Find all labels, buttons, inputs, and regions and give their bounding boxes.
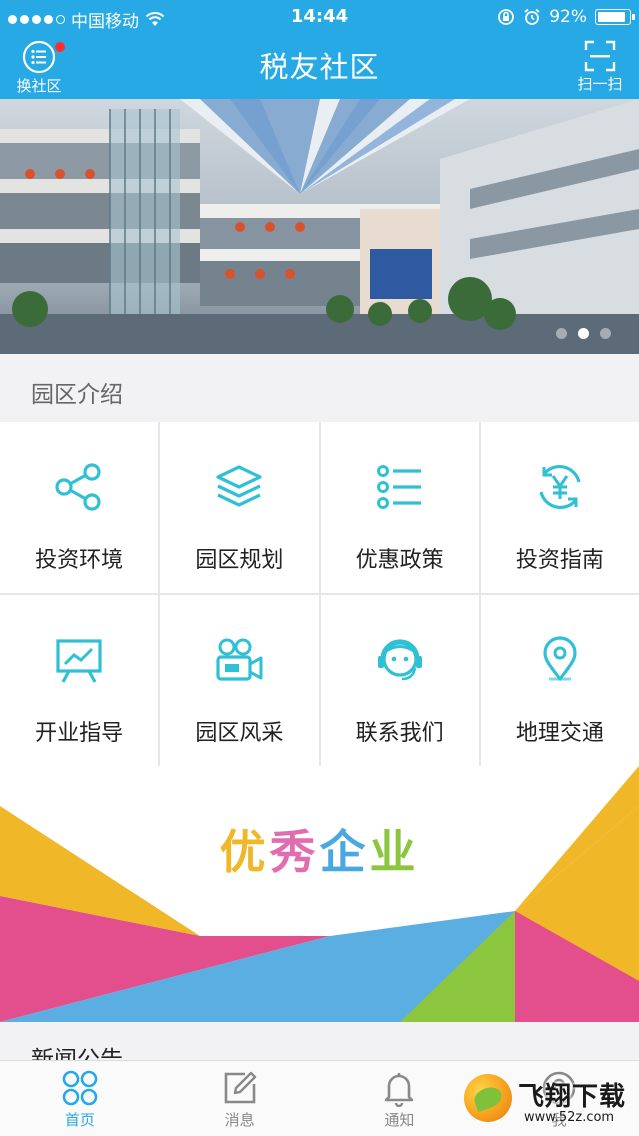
carousel-dot[interactable]: [600, 328, 611, 339]
tab-label: 通知: [384, 1111, 415, 1129]
grid-item-park-planning[interactable]: 园区规划: [160, 422, 319, 593]
tab-label: 首页: [64, 1111, 95, 1129]
rotation-lock-icon: [498, 9, 515, 25]
presentation-chart-icon: [56, 639, 102, 683]
video-camera-icon: [216, 638, 263, 681]
layers-icon: [216, 465, 262, 507]
banner-image: [0, 99, 639, 354]
home-grid-icon: [62, 1070, 98, 1106]
page-title: 税友社区: [259, 50, 380, 84]
scan-icon: [584, 40, 616, 72]
watermark-url: www.52z.com: [524, 1110, 615, 1125]
watermark-brand: 飞翔下载: [518, 1082, 627, 1112]
scan-button[interactable]: 扫一扫: [565, 40, 635, 96]
status-bar: 中国移动 14:44 92%: [0, 0, 639, 34]
carousel-dot[interactable]: [556, 328, 567, 339]
edit-message-icon: [224, 1071, 256, 1104]
excellent-enterprise-banner[interactable]: 优秀企业: [0, 766, 639, 1022]
tab-home[interactable]: 首页: [0, 1061, 160, 1136]
promo-char: 秀: [269, 825, 320, 879]
grid-item-label: 投资环境: [35, 548, 124, 573]
grid-item-investment-environment[interactable]: 投资环境: [0, 422, 159, 593]
alarm-icon: [524, 8, 540, 25]
share-icon: [55, 463, 101, 511]
hero-banner-carousel[interactable]: [0, 99, 639, 354]
grid-item-preferential-policy[interactable]: 优惠政策: [320, 422, 479, 593]
grid-item-label: 园区风采: [195, 721, 284, 746]
yuan-exchange-icon: [539, 465, 581, 509]
grid-item-geography-transport[interactable]: 地理交通: [480, 595, 639, 766]
battery-percent: 92%: [549, 7, 587, 27]
carousel-pager[interactable]: [556, 328, 611, 339]
tab-label: 消息: [224, 1111, 255, 1129]
status-right: 92%: [497, 7, 635, 27]
grid-item-label: 优惠政策: [355, 548, 444, 573]
grid-item-label: 投资指南: [515, 548, 604, 573]
grid-item-label: 开业指导: [35, 721, 124, 746]
download-site-watermark: 飞翔下载 www.52z.com: [458, 1064, 639, 1136]
promo-background: [0, 766, 639, 1022]
tab-notifications[interactable]: 通知: [320, 1061, 480, 1136]
feature-grid: 投资环境 园区规划 优惠政策 投资指南 开业指导 园区风采 联系我们 地理交通: [0, 422, 639, 766]
promo-char: 企: [319, 825, 370, 879]
grid-item-investment-guide[interactable]: 投资指南: [480, 422, 639, 593]
tab-messages[interactable]: 消息: [160, 1061, 320, 1136]
promo-title: 优秀企业: [0, 816, 639, 882]
location-pin-icon: [543, 636, 577, 681]
grid-item-park-showcase[interactable]: 园区风采: [160, 595, 319, 766]
customer-service-icon: [377, 639, 422, 681]
grid-item-label: 园区规划: [195, 548, 284, 573]
bell-icon: [385, 1073, 414, 1107]
scan-label: 扫一扫: [577, 75, 623, 93]
promo-char: 业: [369, 825, 420, 879]
app-header: 中国移动 14:44 92% 换社区 税友社区 扫一扫: [0, 0, 639, 99]
grid-item-business-guidance[interactable]: 开业指导: [0, 595, 159, 766]
promo-char: 优: [219, 825, 270, 879]
grid-item-contact-us[interactable]: 联系我们: [320, 595, 479, 766]
watermark-logo-icon: [464, 1074, 512, 1122]
grid-item-label: 地理交通: [515, 721, 604, 746]
carousel-dot[interactable]: [578, 328, 589, 339]
grid-item-label: 联系我们: [355, 721, 444, 746]
section-header: 园区介绍: [0, 354, 639, 422]
list-icon: [376, 465, 421, 509]
app-root: 中国移动 14:44 92% 换社区 税友社区 扫一扫 园区介绍 投资环境 园区…: [0, 0, 639, 1136]
section-title: 园区介绍: [31, 382, 123, 408]
battery-icon: [595, 9, 635, 25]
